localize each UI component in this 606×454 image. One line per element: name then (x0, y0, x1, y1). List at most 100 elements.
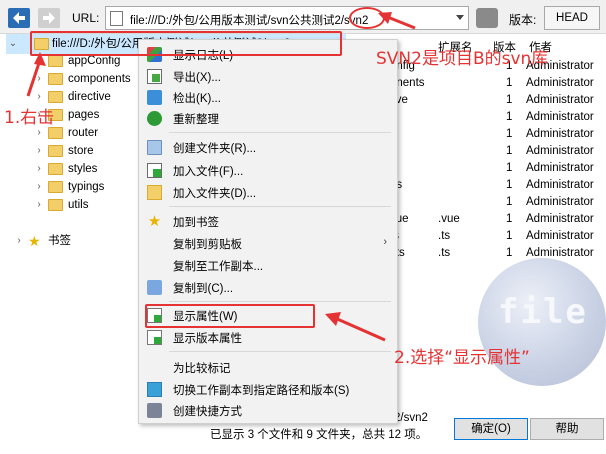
tree-item-label: utils (68, 199, 89, 211)
file-rev-cell: 1 (506, 111, 513, 123)
file-author-cell: Administrator (526, 77, 594, 89)
file-rev-cell: 1 (506, 213, 513, 225)
file-author-cell: Administrator (526, 179, 594, 191)
chevron-right-icon[interactable]: › (34, 142, 44, 160)
menu-item-create-folder[interactable]: 创建文件夹(R)... (139, 137, 397, 158)
ok-button[interactable]: 确定(O) (454, 418, 528, 440)
chevron-right-icon[interactable]: › (34, 70, 44, 88)
file-rev-cell: 1 (506, 230, 513, 242)
file-author-cell: Administrator (526, 230, 594, 242)
menu-item-switch[interactable]: 切换工作副本到指定路径和版本(S) (139, 379, 397, 400)
export-icon (147, 69, 162, 84)
folder-icon (48, 73, 63, 85)
context-menu: 显示日志(L) 导出(X)... 检出(K)... 重新整理 创建文件夹(R).… (138, 39, 398, 424)
forward-button[interactable] (38, 8, 60, 28)
tree-item-bookmarks[interactable]: › ★ 书签 (14, 232, 134, 250)
menu-label: 检出(K)... (173, 93, 221, 105)
file-author-cell: Administrator (526, 145, 594, 157)
tree-item-store[interactable]: › store (34, 142, 144, 160)
menu-label: 加入文件(F)... (173, 166, 244, 178)
folder-icon (48, 181, 63, 193)
tree-item-typings[interactable]: › typings (34, 178, 144, 196)
menu-item-copy-clipboard[interactable]: 复制到剪贴板 › (139, 233, 397, 254)
status-summary: 已显示 3 个文件和 9 文件夹，总共 12 项。 (210, 429, 428, 441)
top-toolbar: URL: file:///D:/外包/公用版本测试/svn公共测试2/svn2 … (0, 0, 606, 34)
revision-properties-icon (147, 330, 162, 345)
menu-label: 重新整理 (173, 114, 219, 126)
folder-icon (48, 127, 63, 139)
help-button[interactable]: 帮助 (530, 418, 604, 440)
chevron-right-icon: › (383, 236, 387, 248)
folder-icon (147, 140, 162, 155)
tree-item-label: pages (68, 109, 100, 121)
tree-item-label: typings (68, 181, 105, 193)
file-ext-cell: .vue (438, 213, 460, 225)
menu-label: 复制到剪贴板 (173, 239, 242, 251)
menu-separator (169, 351, 391, 352)
annotation-root-highlight (30, 31, 342, 56)
version-button[interactable]: HEAD (544, 6, 600, 30)
file-rev-cell: 1 (506, 179, 513, 191)
watermark-text: file (498, 292, 588, 332)
menu-separator (169, 301, 391, 302)
file-rev-cell: 1 (506, 77, 513, 89)
file-rev-cell: 1 (506, 247, 513, 259)
file-author-cell: Administrator (526, 162, 594, 174)
chevron-down-icon[interactable] (456, 15, 464, 20)
shortcut-icon (147, 403, 162, 418)
menu-item-mark-compare[interactable]: 为比较标记 (139, 357, 397, 378)
arrow-right-icon (43, 12, 55, 24)
menu-item-export[interactable]: 导出(X)... (139, 66, 397, 87)
file-author-cell: Administrator (526, 111, 594, 123)
menu-item-copy-to[interactable]: 复制到(C)... (139, 277, 397, 298)
url-combobox[interactable]: file:///D:/外包/公用版本测试/svn公共测试2/svn2 (105, 6, 469, 30)
annotation-step2: 2.选择“显示属性” (394, 348, 530, 368)
menu-label: 复制到(C)... (173, 283, 234, 295)
file-rev-cell: 1 (506, 128, 513, 140)
checkout-icon (147, 90, 162, 105)
tree-item-label: store (68, 145, 94, 157)
tree-item-label: styles (68, 163, 98, 175)
folder-icon (48, 199, 63, 211)
menu-item-add-file[interactable]: 加入文件(F)... (139, 160, 397, 181)
file-author-cell: Administrator (526, 213, 594, 225)
menu-item-copy-working-copy[interactable]: 复制至工作副本... (139, 255, 397, 276)
url-value[interactable]: file:///D:/外包/公用版本测试/svn公共测试2/svn2 (130, 12, 368, 28)
menu-item-refresh[interactable]: 重新整理 (139, 108, 397, 129)
back-button[interactable] (8, 8, 30, 28)
menu-item-checkout[interactable]: 检出(K)... (139, 87, 397, 108)
tree-item-components[interactable]: › components (34, 70, 144, 88)
chevron-right-icon[interactable]: › (34, 196, 44, 214)
tree-item-utils[interactable]: › utils (34, 196, 144, 214)
switch-icon (147, 382, 162, 397)
tree-item-label: router (68, 127, 99, 139)
chevron-right-icon[interactable]: › (14, 232, 24, 250)
menu-label: 切换工作副本到指定路径和版本(S) (173, 385, 350, 397)
status-path: 2/svn2 (394, 412, 428, 424)
chevron-down-icon[interactable]: ⌄ (8, 35, 18, 53)
version-label: 版本: (509, 13, 537, 27)
tree-item-styles[interactable]: › styles (34, 160, 144, 178)
menu-item-create-shortcut[interactable]: 创建快捷方式 (139, 400, 397, 421)
menu-separator (169, 206, 391, 207)
arrow-left-icon (13, 12, 25, 24)
menu-label: 创建快捷方式 (173, 406, 242, 418)
star-icon: ★ (28, 233, 41, 249)
chevron-right-icon[interactable]: › (34, 160, 44, 178)
chevron-right-icon[interactable]: › (34, 178, 44, 196)
file-ext-cell: .ts (438, 247, 451, 259)
menu-item-add-folder[interactable]: 加入文件夹(D)... (139, 182, 397, 203)
annotation-menu-highlight (145, 304, 315, 328)
add-file-icon (147, 163, 162, 178)
speech-bubble-button[interactable] (476, 8, 498, 28)
tree-item-label: components (68, 73, 131, 85)
menu-item-bookmark[interactable]: ★ 加到书签 (139, 211, 397, 232)
file-author-cell: Administrator (526, 196, 594, 208)
file-rev-cell: 1 (506, 196, 513, 208)
folder-icon (48, 163, 63, 175)
folder-icon (48, 55, 63, 67)
star-icon: ★ (147, 213, 162, 230)
file-author-cell: Administrator (526, 128, 594, 140)
bookmarks-label: 书签 (48, 235, 71, 247)
menu-item-revision-properties[interactable]: 显示版本属性 (139, 327, 397, 348)
